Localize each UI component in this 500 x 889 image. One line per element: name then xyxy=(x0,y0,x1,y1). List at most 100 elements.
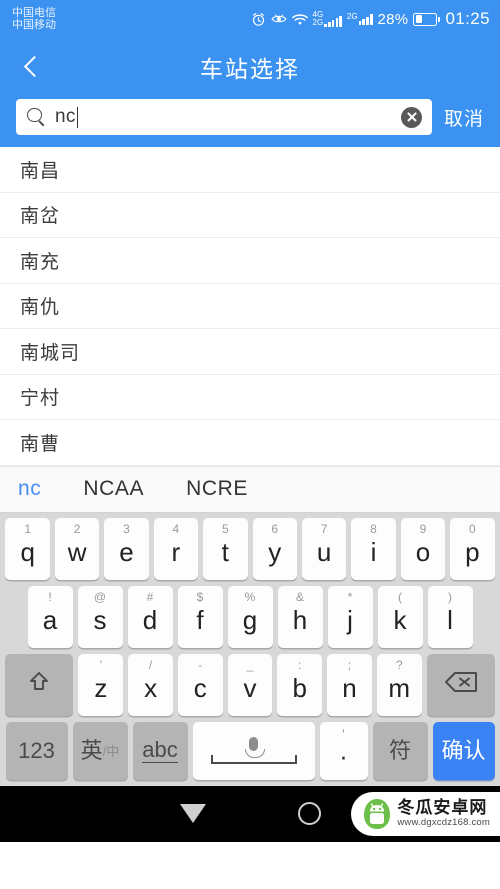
key-hint: 2 xyxy=(73,521,81,536)
search-input-value: nc xyxy=(55,106,76,127)
list-item[interactable]: 南曹 xyxy=(0,420,500,466)
sim1-net-alt-label: 2G xyxy=(312,18,324,27)
key-label: e xyxy=(119,537,134,567)
key-hint: $ xyxy=(196,589,204,604)
backspace-key[interactable] xyxy=(426,653,495,716)
key-hint: 4 xyxy=(172,521,180,536)
key-hint: % xyxy=(244,589,256,604)
key-b[interactable]: :b xyxy=(277,653,323,716)
key-label: d xyxy=(142,605,158,635)
space-key[interactable] xyxy=(192,721,315,780)
key-x[interactable]: / x xyxy=(128,653,173,716)
key-c[interactable]: -c xyxy=(177,653,223,716)
key-label: 英 xyxy=(80,737,103,763)
nav-home-circle-icon[interactable] xyxy=(297,802,321,825)
text-caret xyxy=(76,106,79,128)
key-e[interactable]: 3e xyxy=(104,517,149,580)
key-q[interactable]: 1q xyxy=(5,517,50,580)
key-hint: & xyxy=(295,589,304,604)
key-hint: 7 xyxy=(320,521,328,536)
cancel-button[interactable]: 取消 xyxy=(432,104,488,131)
key-w[interactable]: 2w xyxy=(54,517,100,580)
key-hint: _ xyxy=(246,657,254,672)
key-j[interactable]: * j xyxy=(327,585,373,648)
punctuation-key[interactable]: ' · xyxy=(319,721,368,780)
key-s[interactable]: @ s xyxy=(77,585,123,648)
list-item[interactable]: 南岔 xyxy=(0,193,500,238)
key-label: f xyxy=(196,605,204,635)
key-label: j xyxy=(347,605,353,635)
key-i[interactable]: 8i xyxy=(351,517,396,580)
key-r[interactable]: 4r xyxy=(153,517,199,580)
watermark: 冬瓜安卓网 www.dgxcdz168.com xyxy=(351,791,500,836)
key-label: v xyxy=(243,673,257,703)
key-a[interactable]: ! a xyxy=(27,585,73,648)
key-y[interactable]: 6y xyxy=(252,517,297,580)
key-z[interactable]: ' z xyxy=(78,653,124,716)
search-icon xyxy=(27,107,46,127)
key-m[interactable]: ? m xyxy=(376,653,422,716)
key-hint: ' xyxy=(342,725,345,742)
candidate-item[interactable]: nc xyxy=(18,477,41,501)
key-label: b xyxy=(292,673,307,703)
abc-mode-key[interactable]: abc xyxy=(132,721,188,780)
list-item[interactable]: 南充 xyxy=(0,238,500,284)
keyboard: 1q 2w 3e 4r 5t 6y 7u 8i 9o 0p ! a @ s # d $… xyxy=(0,512,500,786)
key-hint: ? xyxy=(395,657,403,672)
key-hint: @ xyxy=(93,589,107,604)
search-input[interactable]: nc xyxy=(46,106,401,128)
key-label: r xyxy=(171,537,181,567)
list-item[interactable]: 南城司 xyxy=(0,329,500,375)
clear-circle-icon[interactable] xyxy=(400,106,422,128)
sim2-net-label: 2G xyxy=(346,12,358,21)
key-t[interactable]: 5t xyxy=(203,517,248,580)
search-box[interactable]: nc xyxy=(16,99,432,135)
key-hint: 6 xyxy=(271,521,279,536)
key-hint: ' xyxy=(99,657,102,672)
key-label: g xyxy=(242,605,258,635)
symbol-key[interactable]: 符 xyxy=(372,721,428,780)
key-g[interactable]: % g xyxy=(227,585,273,648)
watermark-title: 冬瓜安卓网 xyxy=(397,798,488,818)
key-hint: ( xyxy=(398,589,402,604)
candidate-item[interactable]: NCAA xyxy=(83,477,144,501)
list-item[interactable]: 宁村 xyxy=(0,375,500,420)
key-label: l xyxy=(447,605,453,635)
key-u[interactable]: 7u xyxy=(301,517,347,580)
key-v[interactable]: _ v xyxy=(227,653,273,716)
key-label: k xyxy=(393,605,407,635)
page-title: 车站选择 xyxy=(200,55,300,82)
keyboard-row-3: ' z / x -c _ v :b ; n ? m xyxy=(3,653,497,716)
key-label: i xyxy=(370,537,377,567)
status-bar: 中国电信 中国移动 4G 2G 2G 28% 01:25 xyxy=(0,0,500,38)
key-f[interactable]: $ f xyxy=(177,585,223,648)
key-o[interactable]: 9o xyxy=(400,517,446,580)
chevron-left-icon xyxy=(23,55,45,78)
key-l[interactable]: ) l xyxy=(427,585,473,648)
app-bar: 车站选择 xyxy=(0,38,500,95)
key-p[interactable]: 0p xyxy=(450,517,495,580)
key-h[interactable]: & h xyxy=(277,585,323,648)
numeric-mode-key[interactable]: 123 xyxy=(5,721,68,780)
list-item[interactable]: 南昌 xyxy=(0,147,500,193)
language-toggle-key[interactable]: 英/中 xyxy=(72,721,128,780)
key-hint: - xyxy=(198,657,203,672)
key-k[interactable]: (k xyxy=(377,585,423,648)
key-d[interactable]: # d xyxy=(127,585,173,648)
nav-back-triangle-icon[interactable] xyxy=(179,804,206,823)
alarm-icon xyxy=(251,12,266,27)
sim1-signal-icon: 4G 2G xyxy=(313,11,342,27)
shift-key[interactable] xyxy=(5,653,74,716)
key-n[interactable]: ; n xyxy=(327,653,372,716)
key-label: w xyxy=(67,537,87,567)
key-label: s xyxy=(93,605,107,635)
key-hint: 1 xyxy=(24,521,32,536)
key-label: y xyxy=(268,537,282,567)
backspace-icon xyxy=(443,670,479,699)
keyboard-row-4: 123 英/中 abc ' · 符 确认 xyxy=(3,721,497,780)
candidate-item[interactable]: NCRE xyxy=(186,477,248,501)
enter-confirm-key[interactable]: 确认 xyxy=(432,721,495,780)
list-item[interactable]: 南仇 xyxy=(0,284,500,329)
back-button[interactable] xyxy=(10,38,58,95)
key-hint: * xyxy=(347,589,353,604)
